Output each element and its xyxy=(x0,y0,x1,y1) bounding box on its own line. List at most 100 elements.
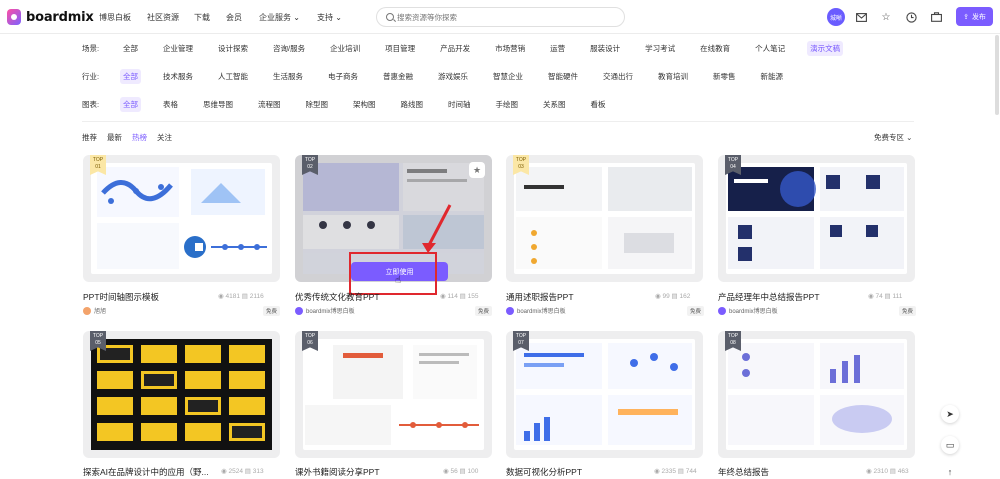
filter-option[interactable]: 流程图 xyxy=(255,97,284,112)
template-title[interactable]: 课外书籍阅读分享PPT xyxy=(295,466,380,478)
filter-option[interactable]: 思维导图 xyxy=(200,97,236,112)
filter-option[interactable]: 架构图 xyxy=(350,97,379,112)
sort-tabs: 推荐 最新 热榜 关注 xyxy=(82,132,182,143)
filter-option-active[interactable]: 演示文稿 xyxy=(807,41,844,56)
tab-latest[interactable]: 最新 xyxy=(107,132,122,143)
search-icon xyxy=(386,13,394,21)
filter-option[interactable]: 企业管理 xyxy=(160,41,196,56)
filter-option[interactable]: 在线教育 xyxy=(697,41,733,56)
filter-option[interactable]: 企业培训 xyxy=(327,41,363,56)
filter-option[interactable]: 游戏娱乐 xyxy=(435,69,471,84)
publish-label: 发布 xyxy=(971,13,986,21)
filter-option[interactable]: 交通出行 xyxy=(600,69,636,84)
nav-download[interactable]: 下载 xyxy=(194,12,210,23)
template-title[interactable]: 数据可视化分析PPT xyxy=(506,466,582,478)
free-zone-dropdown[interactable]: 免费专区 ⌄ xyxy=(874,132,912,143)
filter-option[interactable]: 学习考试 xyxy=(642,41,678,56)
filter-option[interactable]: 看板 xyxy=(588,97,609,112)
scrollbar[interactable] xyxy=(995,35,999,115)
search-bar[interactable] xyxy=(376,7,625,27)
filter-option[interactable]: 生活服务 xyxy=(270,69,306,84)
copy-count: 2116 xyxy=(249,293,264,300)
filter-option[interactable]: 个人笔记 xyxy=(752,41,788,56)
author-name: boardmix博思白板 xyxy=(729,309,778,315)
author[interactable]: boardmix博思白板 xyxy=(506,306,566,315)
share-icon[interactable]: ➤ xyxy=(941,405,959,423)
filter-option[interactable]: 人工智能 xyxy=(215,69,251,84)
filter-option[interactable]: 关系图 xyxy=(540,97,569,112)
filter-option[interactable]: 新零售 xyxy=(710,69,739,84)
template-stats: ◉ 2524 ▤ 313 xyxy=(221,467,264,475)
briefcase-icon[interactable] xyxy=(930,11,942,23)
free-tag: 免费 xyxy=(899,306,917,316)
author[interactable]: boardmix博思白板 xyxy=(718,306,778,315)
template-title[interactable]: 探索AI在品牌设计中的应用（野... xyxy=(83,466,209,478)
template-card[interactable]: TOP 01 xyxy=(83,155,280,282)
filter-option[interactable]: 除型图 xyxy=(303,97,332,112)
avatar[interactable]: 城晰 xyxy=(827,8,845,26)
star-icon[interactable]: ☆ xyxy=(880,11,892,23)
copy-icon: ▤ xyxy=(241,293,248,300)
template-card[interactable]: TOP 07 xyxy=(506,331,703,458)
copy-icon: ▤ xyxy=(244,468,251,475)
filter-label: 行业: xyxy=(82,72,100,81)
nav-enterprise[interactable]: 企业服务 ⌄ xyxy=(259,12,300,23)
favorite-icon[interactable]: ★ xyxy=(469,162,485,178)
template-title[interactable]: 年终总结报告 xyxy=(718,466,769,478)
filter-option[interactable]: 智能硬件 xyxy=(545,69,581,84)
author-name: boardmix博思白板 xyxy=(306,309,355,315)
logo-text: boardmix xyxy=(26,9,94,25)
nav-membership[interactable]: 会员 xyxy=(226,12,242,23)
author-name: 旭旭 xyxy=(94,309,107,315)
back-to-top-icon[interactable]: ↑ xyxy=(941,465,959,479)
mail-icon[interactable] xyxy=(855,11,867,23)
copy-icon: ▤ xyxy=(889,468,896,475)
filter-option[interactable]: 设计探索 xyxy=(215,41,251,56)
template-card[interactable]: TOP 06 xyxy=(295,331,492,458)
filter-option[interactable]: 运营 xyxy=(547,41,568,56)
filter-option-active[interactable]: 全部 xyxy=(120,97,141,112)
filter-option[interactable]: 咨询/服务 xyxy=(270,41,308,56)
feedback-icon[interactable]: ▭ xyxy=(941,436,959,454)
filter-option[interactable]: 手绘图 xyxy=(493,97,522,112)
copy-icon: ▤ xyxy=(459,293,466,300)
nav-support[interactable]: 支持 ⌄ xyxy=(317,12,342,23)
tab-recommend[interactable]: 推荐 xyxy=(82,132,97,143)
author[interactable]: boardmix博思白板 xyxy=(295,306,355,315)
filter-option[interactable]: 时间轴 xyxy=(445,97,474,112)
filter-option[interactable]: 路线图 xyxy=(398,97,427,112)
template-title[interactable]: 通用述职报告PPT xyxy=(506,291,574,303)
view-count: 4181 xyxy=(225,293,240,300)
filter-option[interactable]: 表格 xyxy=(160,97,181,112)
template-card[interactable]: TOP 05 xyxy=(83,331,280,458)
view-count: 2524 xyxy=(228,468,243,475)
template-thumbnail xyxy=(303,339,484,450)
logo[interactable]: boardmix xyxy=(7,9,94,25)
filter-option[interactable]: 教育培训 xyxy=(655,69,691,84)
publish-button[interactable]: ⇪ 发布 xyxy=(956,7,993,26)
template-card[interactable]: TOP 04 xyxy=(718,155,915,282)
filter-option[interactable]: 技术服务 xyxy=(160,69,196,84)
tab-hot[interactable]: 热榜 xyxy=(132,132,147,143)
author[interactable]: 旭旭 xyxy=(83,306,106,315)
filter-option[interactable]: 智慧企业 xyxy=(490,69,526,84)
template-card[interactable]: TOP 03 xyxy=(506,155,703,282)
filter-option[interactable]: 项目管理 xyxy=(382,41,418,56)
template-title[interactable]: PPT时间轴图示模板 xyxy=(83,291,159,303)
tab-follow[interactable]: 关注 xyxy=(157,132,172,143)
template-title[interactable]: 产品经理年中总结报告PPT xyxy=(718,291,820,303)
filter-option[interactable]: 普惠金融 xyxy=(380,69,416,84)
nav-whiteboard[interactable]: 博思白板 xyxy=(99,12,131,23)
filter-option[interactable]: 服装设计 xyxy=(587,41,623,56)
template-title[interactable]: 优秀传统文化教育PPT xyxy=(295,291,380,303)
template-card[interactable]: TOP 08 xyxy=(718,331,915,458)
filter-option[interactable]: 产品开发 xyxy=(437,41,473,56)
filter-option[interactable]: 市场营销 xyxy=(492,41,528,56)
nav-community[interactable]: 社区资源 xyxy=(147,12,179,23)
clock-icon[interactable] xyxy=(905,11,917,23)
filter-option[interactable]: 电子商务 xyxy=(325,69,361,84)
search-input[interactable] xyxy=(397,11,597,23)
filter-option-active[interactable]: 全部 xyxy=(120,69,141,84)
filter-option[interactable]: 新能源 xyxy=(758,69,787,84)
filter-option[interactable]: 全部 xyxy=(120,41,141,56)
